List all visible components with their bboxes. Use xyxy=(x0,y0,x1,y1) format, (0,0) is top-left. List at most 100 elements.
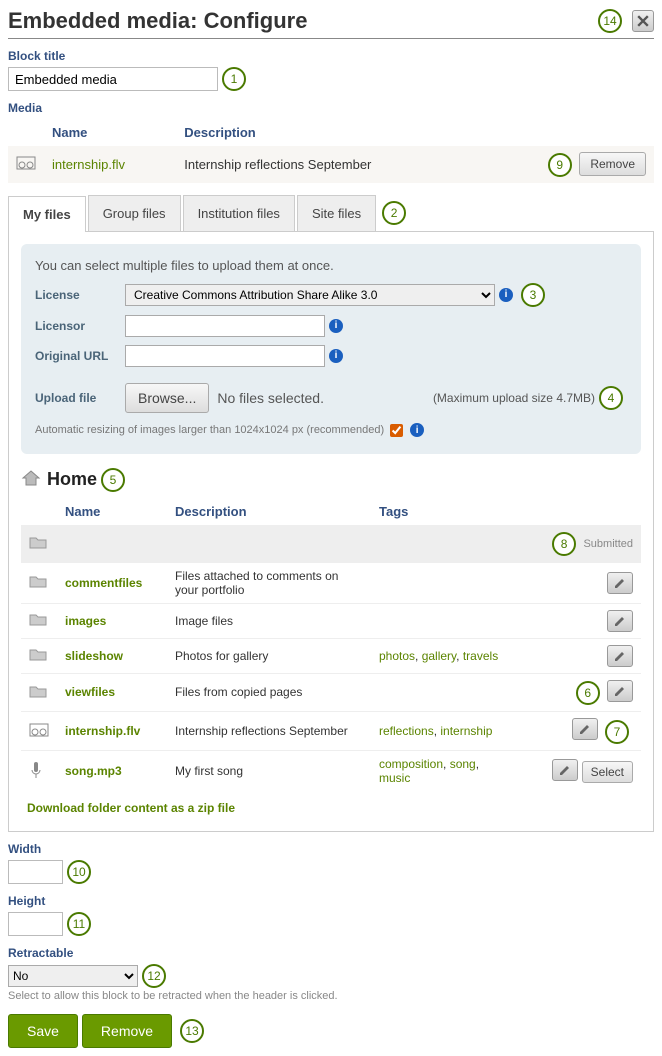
pencil-icon xyxy=(614,615,626,627)
info-icon[interactable]: i xyxy=(329,349,343,363)
tab-institution-files[interactable]: Institution files xyxy=(183,195,295,231)
video-icon xyxy=(29,726,49,740)
edit-button[interactable] xyxy=(572,718,598,740)
pencil-icon xyxy=(614,650,626,662)
tag-link[interactable]: composition xyxy=(379,757,443,771)
tab-group-files[interactable]: Group files xyxy=(88,195,181,231)
resize-note: Automatic resizing of images larger than… xyxy=(35,424,384,436)
file-table: Name Description Tags 8 Submitted commen… xyxy=(21,498,641,792)
submitted-label: Submitted xyxy=(583,538,633,550)
folder-icon xyxy=(29,615,47,629)
tab-my-files[interactable]: My files xyxy=(8,196,86,232)
file-name-link[interactable]: viewfiles xyxy=(65,685,115,699)
marker-6: 6 xyxy=(576,681,600,705)
original-url-label: Original URL xyxy=(35,349,125,363)
marker-8: 8 xyxy=(552,532,576,556)
file-name-link[interactable]: song.mp3 xyxy=(65,764,122,778)
folder-icon xyxy=(29,538,47,552)
table-row: viewfiles Files from copied pages 6 xyxy=(21,673,641,712)
width-label: Width xyxy=(8,842,654,856)
edit-button[interactable] xyxy=(607,572,633,594)
file-tabs: My files Group files Institution files S… xyxy=(8,195,654,231)
select-button[interactable]: Select xyxy=(582,761,633,783)
block-title-input[interactable] xyxy=(8,67,218,91)
download-zip-link[interactable]: Download folder content as a zip file xyxy=(27,801,235,815)
table-row: commentfiles Files attached to comments … xyxy=(21,562,641,603)
upload-box: You can select multiple files to upload … xyxy=(21,244,641,454)
table-row: song.mp3 My first song composition, song… xyxy=(21,751,641,792)
retractable-select[interactable]: No xyxy=(8,965,138,987)
marker-5: 5 xyxy=(101,468,125,492)
table-row: slideshow Photos for gallery photos, gal… xyxy=(21,638,641,673)
tag-link[interactable]: music xyxy=(379,771,410,785)
license-select[interactable]: Creative Commons Attribution Share Alike… xyxy=(125,284,495,306)
file-desc: Files attached to comments on your portf… xyxy=(167,562,371,603)
edit-button[interactable] xyxy=(607,610,633,632)
info-icon[interactable]: i xyxy=(499,288,513,302)
retractable-label: Retractable xyxy=(8,946,654,960)
edit-button[interactable] xyxy=(607,680,633,702)
title-action: Configure xyxy=(204,8,308,33)
video-icon xyxy=(16,158,36,173)
tab-site-files[interactable]: Site files xyxy=(297,195,376,231)
info-icon[interactable]: i xyxy=(329,319,343,333)
home-icon xyxy=(21,469,41,490)
file-name-link[interactable]: commentfiles xyxy=(65,576,142,590)
table-row: images Image files xyxy=(21,603,641,638)
edit-button[interactable] xyxy=(607,645,633,667)
height-input[interactable] xyxy=(8,912,63,936)
media-col-name: Name xyxy=(44,119,176,146)
marker-11: 11 xyxy=(67,912,91,936)
tag-link[interactable]: song xyxy=(450,757,476,771)
marker-7: 7 xyxy=(605,720,629,744)
file-name-link[interactable]: images xyxy=(65,614,106,628)
tag-link[interactable]: travels xyxy=(463,649,498,663)
retractable-help: Select to allow this block to be retract… xyxy=(8,990,654,1002)
browse-button[interactable]: Browse... xyxy=(125,383,209,413)
title-prefix: Embedded media: xyxy=(8,8,204,33)
table-row: internship.flv Internship reflections Se… xyxy=(21,712,641,751)
tag-link[interactable]: reflections xyxy=(379,724,434,738)
license-label: License xyxy=(35,288,125,302)
licensor-input[interactable] xyxy=(125,315,325,337)
marker-14: 14 xyxy=(598,9,622,33)
tag-link[interactable]: photos xyxy=(379,649,415,663)
pencil-icon xyxy=(559,764,571,776)
width-input[interactable] xyxy=(8,860,63,884)
marker-4: 4 xyxy=(599,386,623,410)
tag-link[interactable]: internship xyxy=(440,724,492,738)
folder-icon xyxy=(29,577,47,591)
marker-2: 2 xyxy=(382,201,406,225)
breadcrumb: Home 5 xyxy=(21,468,641,492)
upload-intro: You can select multiple files to upload … xyxy=(35,258,627,273)
attached-media-desc: Internship reflections September xyxy=(176,146,478,183)
remove-media-button[interactable]: Remove xyxy=(579,152,646,176)
media-label: Media xyxy=(8,101,654,115)
breadcrumb-home[interactable]: Home xyxy=(47,469,97,490)
remove-button[interactable]: Remove xyxy=(82,1014,172,1048)
pencil-icon xyxy=(614,685,626,697)
save-button[interactable]: Save xyxy=(8,1014,78,1048)
close-button[interactable] xyxy=(632,10,654,32)
marker-12: 12 xyxy=(142,964,166,988)
pencil-icon xyxy=(614,577,626,589)
edit-button[interactable] xyxy=(552,759,578,781)
attached-media-row: internship.flv Internship reflections Se… xyxy=(8,146,654,183)
file-name-link[interactable]: internship.flv xyxy=(65,724,140,738)
page-title: Embedded media: Configure 14 xyxy=(8,8,654,39)
block-title-label: Block title xyxy=(8,49,654,63)
resize-checkbox[interactable] xyxy=(390,424,403,437)
attached-media-table: Name Description internship.flv Internsh… xyxy=(8,119,654,183)
marker-1: 1 xyxy=(222,67,246,91)
original-url-input[interactable] xyxy=(125,345,325,367)
info-icon[interactable]: i xyxy=(410,423,424,437)
close-icon xyxy=(637,15,649,27)
file-desc: Photos for gallery xyxy=(167,638,371,673)
upload-file-label: Upload file xyxy=(35,391,125,405)
file-desc: Internship reflections September xyxy=(167,712,371,751)
file-name-link[interactable]: slideshow xyxy=(65,649,123,663)
col-description: Description xyxy=(167,498,371,526)
no-files-text: No files selected. xyxy=(217,390,324,406)
tag-link[interactable]: gallery xyxy=(422,649,456,663)
attached-media-name[interactable]: internship.flv xyxy=(52,157,125,172)
